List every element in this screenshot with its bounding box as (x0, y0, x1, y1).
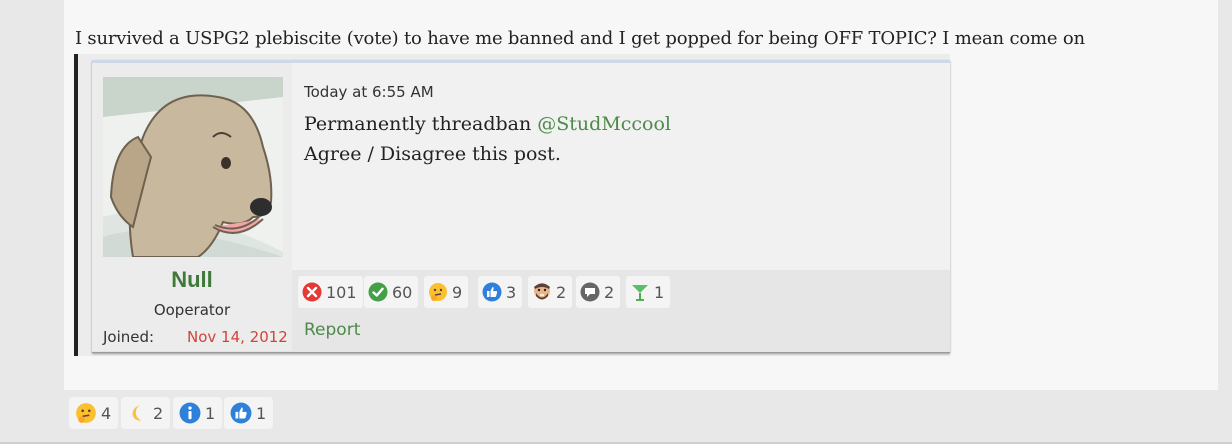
post-reaction-thinking[interactable]: 4 (69, 397, 119, 429)
reaction-count: 2 (604, 282, 615, 302)
embedded-screenshot[interactable]: Null Ooperator Joined: Nov 14, 2012 Toda… (78, 54, 950, 356)
reaction-count: 1 (654, 282, 665, 302)
reaction-count: 1 (256, 403, 267, 423)
quoted-timestamp[interactable]: Today at 6:55 AM (304, 83, 434, 101)
red-x-icon (302, 282, 322, 302)
reaction-count: 1 (205, 403, 216, 423)
reaction-count: 60 (392, 282, 413, 302)
thumbs-up-icon (230, 402, 252, 424)
reaction-count: 2 (153, 403, 164, 423)
quoted-post-card: Null Ooperator Joined: Nov 14, 2012 Toda… (92, 60, 950, 353)
quoted-post-footer: 101 60 9 3 2 2 1 Report (292, 270, 950, 351)
speech-bubble-icon (580, 282, 600, 302)
cocktail-glass-icon (632, 285, 648, 301)
joined-label: Joined: (103, 328, 155, 346)
quoted-message-line-1: Permanently threadban @StudMccool (304, 113, 671, 135)
thumbs-up-icon (482, 282, 502, 302)
post-reaction-moon[interactable]: 2 (121, 397, 171, 429)
reaction-thinking[interactable]: 9 (424, 276, 469, 308)
reaction-bearded[interactable]: 2 (528, 276, 573, 308)
quoted-user-title: Ooperator (153, 301, 231, 319)
reaction-count: 4 (101, 403, 112, 423)
reaction-count: 9 (452, 282, 463, 302)
reaction-count: 3 (506, 282, 517, 302)
post-reaction-like[interactable]: 1 (224, 397, 274, 429)
info-icon (179, 402, 201, 424)
thinking-face-icon (76, 403, 96, 423)
user-mention-link[interactable]: @StudMccool (537, 113, 671, 135)
quoted-message-area: Today at 6:55 AM Permanently threadban @… (292, 63, 950, 270)
reaction-like[interactable]: 3 (478, 276, 523, 308)
green-check-icon (368, 282, 388, 302)
thinking-face-icon (429, 283, 447, 301)
joined-date: Nov 14, 2012 (187, 328, 288, 346)
crescent-moon-icon (132, 405, 142, 421)
dog-avatar (103, 77, 283, 257)
post-reaction-info[interactable]: 1 (173, 397, 223, 429)
reaction-disagree[interactable]: 101 (298, 276, 363, 308)
reaction-agree[interactable]: 60 (364, 276, 419, 308)
threadban-text: Permanently threadban (304, 113, 538, 135)
reaction-count: 2 (556, 282, 567, 302)
quoted-message-line-2: Agree / Disagree this post. (304, 143, 561, 165)
report-link[interactable]: Report (304, 320, 360, 340)
dog-illustration (103, 77, 283, 257)
reaction-speech[interactable]: 2 (576, 276, 621, 308)
post-message-text: I survived a USPG2 plebiscite (vote) to … (75, 28, 1085, 49)
bearded-face-icon (534, 283, 550, 300)
quoted-username[interactable]: Null (92, 267, 292, 293)
reaction-cocktail[interactable]: 1 (626, 276, 671, 308)
quoted-user-column: Null Ooperator Joined: Nov 14, 2012 (92, 63, 292, 351)
reaction-count: 101 (326, 282, 357, 302)
